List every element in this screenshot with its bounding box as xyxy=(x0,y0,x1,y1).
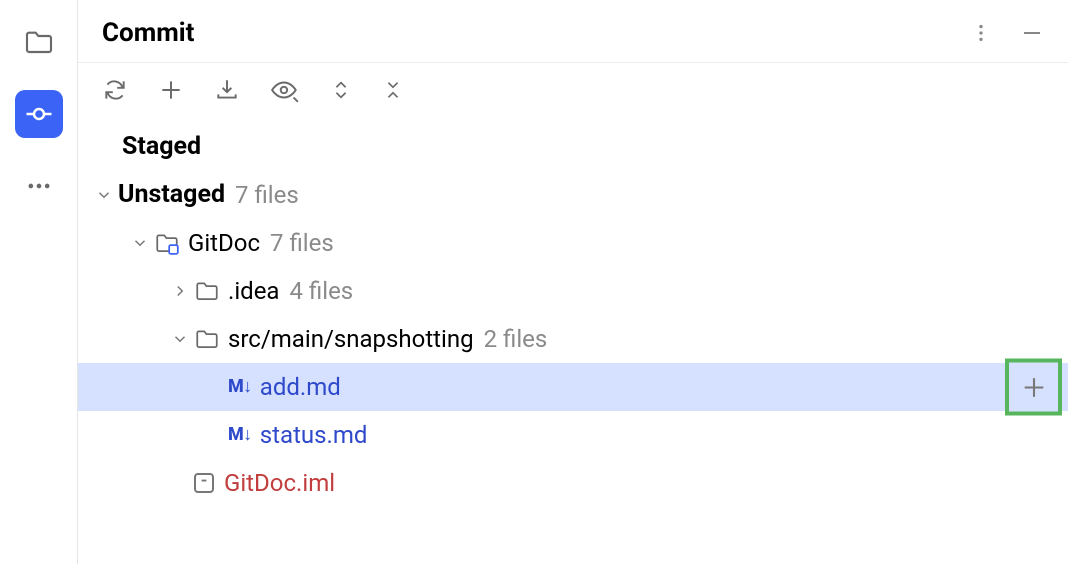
plus-icon xyxy=(1020,373,1048,401)
project-node[interactable]: GitDoc 7 files xyxy=(78,219,1068,267)
plus-icon xyxy=(158,77,184,103)
chevron-down-icon[interactable] xyxy=(90,186,118,204)
folder-outline-icon xyxy=(23,26,55,58)
project-folder-icon xyxy=(154,230,180,256)
changes-tree: Staged Unstaged 7 files GitDoc 7 files xyxy=(78,113,1068,507)
chevron-down-icon[interactable] xyxy=(126,234,154,252)
folder-count: 4 files xyxy=(289,277,353,306)
expand-all-button[interactable] xyxy=(330,77,352,103)
folder-node-idea[interactable]: .idea 4 files xyxy=(78,267,1068,315)
staged-label: Staged xyxy=(122,132,201,162)
markdown-file-icon: M↓ xyxy=(228,376,252,398)
folder-name: .idea xyxy=(228,277,279,306)
refresh-icon xyxy=(102,77,128,103)
panel-minimize-button[interactable] xyxy=(1020,21,1044,45)
project-tool-button[interactable] xyxy=(15,18,63,66)
collapse-icon xyxy=(382,77,404,103)
preview-diff-button[interactable] xyxy=(270,77,300,103)
more-vertical-icon xyxy=(970,22,992,44)
unstaged-label: Unstaged xyxy=(118,180,225,210)
folder-node-src[interactable]: src/main/snapshotting 2 files xyxy=(78,315,1068,363)
staged-section[interactable]: Staged xyxy=(78,123,1068,171)
panel-options-button[interactable] xyxy=(970,22,992,44)
commit-panel: Commit xyxy=(78,0,1068,564)
collapse-all-button[interactable] xyxy=(382,77,404,103)
expand-icon xyxy=(330,77,352,103)
file-name: add.md xyxy=(260,373,341,402)
panel-header: Commit xyxy=(78,0,1068,63)
markdown-file-icon: M↓ xyxy=(228,424,252,446)
eye-icon xyxy=(270,77,300,103)
folder-icon xyxy=(194,278,220,304)
left-rail xyxy=(0,0,78,564)
add-button[interactable] xyxy=(158,77,184,103)
unstaged-count: 7 files xyxy=(235,181,299,210)
commit-tool-button[interactable] xyxy=(15,90,63,138)
file-name: GitDoc.iml xyxy=(224,469,335,498)
refresh-button[interactable] xyxy=(102,77,128,103)
more-horizontal-icon xyxy=(25,172,53,200)
file-node-iml[interactable]: - GitDoc.iml xyxy=(78,459,1068,507)
chevron-right-icon[interactable] xyxy=(166,282,194,300)
commit-toolbar xyxy=(78,63,1068,113)
minimize-icon xyxy=(1020,21,1044,45)
file-name: status.md xyxy=(260,421,368,450)
folder-count: 2 files xyxy=(484,325,548,354)
folder-icon xyxy=(194,326,220,352)
panel-title: Commit xyxy=(102,18,194,48)
file-node-add[interactable]: M↓ add.md xyxy=(78,363,1068,411)
file-node-status[interactable]: M↓ status.md xyxy=(78,411,1068,459)
stage-file-button[interactable] xyxy=(1005,359,1062,416)
chevron-down-icon[interactable] xyxy=(166,330,194,348)
shelve-button[interactable] xyxy=(214,77,240,103)
download-tray-icon xyxy=(214,77,240,103)
more-tool-button[interactable] xyxy=(15,162,63,210)
project-name: GitDoc xyxy=(188,229,260,258)
project-count: 7 files xyxy=(270,229,334,258)
commit-node-icon xyxy=(24,99,54,129)
folder-name: src/main/snapshotting xyxy=(228,325,474,354)
module-file-icon: - xyxy=(194,473,214,493)
unstaged-section[interactable]: Unstaged 7 files xyxy=(78,171,1068,219)
